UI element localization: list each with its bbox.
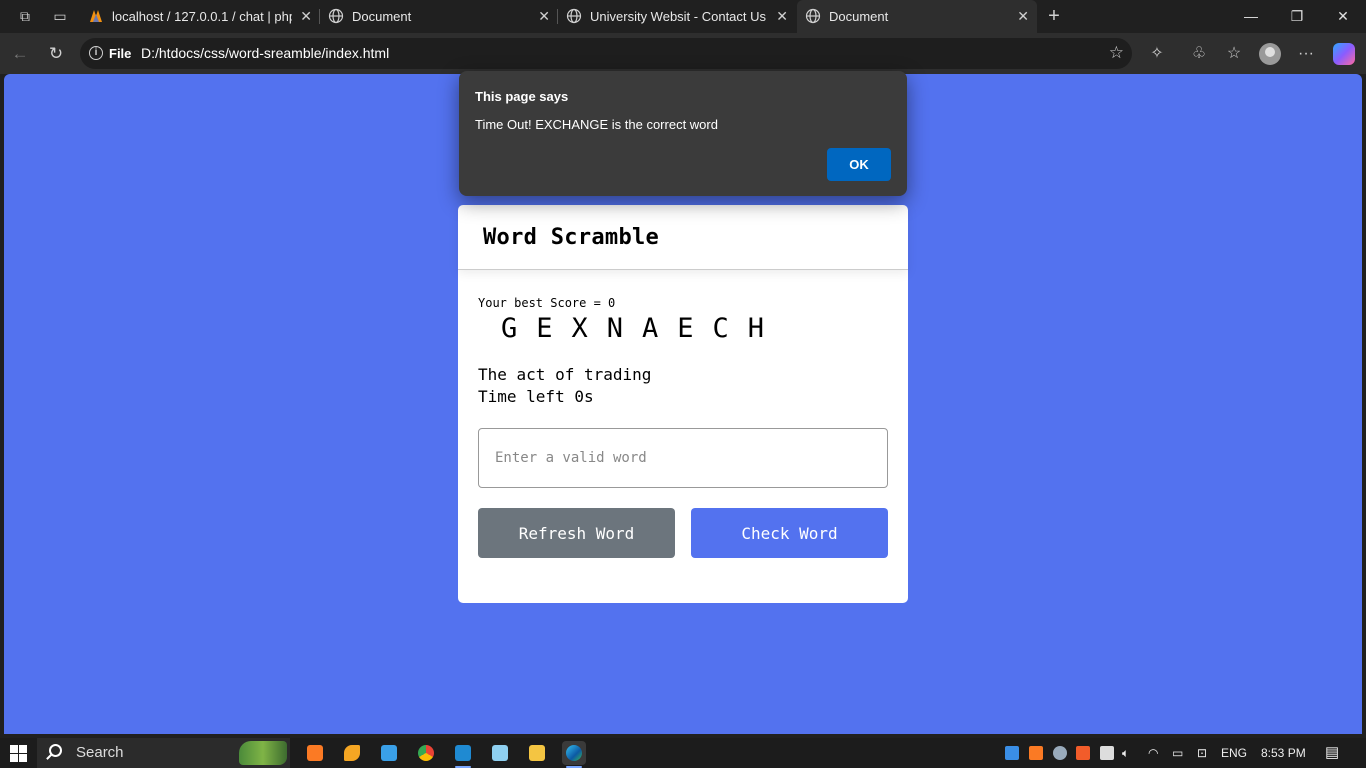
dialog-ok-button[interactable]: OK bbox=[827, 148, 891, 181]
globe-icon bbox=[566, 8, 582, 24]
card-body: Your best Score = 0 GEXNAECH The act of … bbox=[458, 270, 908, 583]
close-window-button[interactable]: ✕ bbox=[1320, 0, 1366, 33]
wifi-icon[interactable]: ◠ bbox=[1148, 738, 1158, 768]
info-icon[interactable]: i bbox=[89, 46, 103, 60]
filezilla-app-icon[interactable] bbox=[340, 741, 364, 765]
scrambled-word: GEXNAECH bbox=[501, 313, 784, 344]
vscode-app-icon[interactable] bbox=[451, 741, 475, 765]
windows-start-icon[interactable] bbox=[10, 745, 27, 762]
tray-speaker-alert-icon[interactable] bbox=[1076, 746, 1090, 760]
card-header: Word Scramble bbox=[458, 205, 908, 270]
tab-document-1[interactable]: Document ✕ bbox=[320, 0, 558, 33]
file-explorer-app-icon[interactable] bbox=[525, 741, 549, 765]
tab-document-active[interactable]: Document ✕ bbox=[797, 0, 1037, 33]
word-input[interactable] bbox=[478, 428, 888, 488]
browser-essentials-icon[interactable]: ♧ bbox=[1187, 42, 1211, 66]
search-icon bbox=[49, 744, 62, 757]
tab-title: Document bbox=[352, 9, 412, 24]
close-tab-icon[interactable]: ✕ bbox=[776, 0, 788, 33]
alert-dialog: This page says Time Out! EXCHANGE is the… bbox=[459, 71, 907, 196]
close-tab-icon[interactable]: ✕ bbox=[538, 0, 550, 33]
refresh-word-button[interactable]: Refresh Word bbox=[478, 508, 675, 558]
close-tab-icon[interactable]: ✕ bbox=[300, 0, 312, 33]
clock-time[interactable]: 8:53 PM bbox=[1261, 738, 1306, 768]
button-row: Refresh Word Check Word bbox=[478, 508, 888, 558]
profile-avatar[interactable] bbox=[1259, 43, 1281, 65]
dialog-message: Time Out! EXCHANGE is the correct word bbox=[475, 117, 718, 132]
more-menu-icon[interactable]: ··· bbox=[1294, 42, 1318, 66]
close-tab-icon[interactable]: ✕ bbox=[1017, 0, 1029, 33]
minimize-button[interactable]: — bbox=[1228, 0, 1274, 33]
phpmyadmin-icon bbox=[90, 10, 102, 22]
tray-onedrive-icon[interactable] bbox=[1053, 746, 1067, 760]
tab-phpmyadmin[interactable]: localhost / 127.0.0.1 / chat | phpM ✕ bbox=[80, 0, 320, 33]
extensions-puzzle-icon[interactable]: ✧ bbox=[1145, 42, 1169, 66]
tray-network-app-icon[interactable] bbox=[1005, 746, 1019, 760]
notepad-app-icon[interactable] bbox=[488, 741, 512, 765]
reload-icon[interactable]: ↻ bbox=[44, 42, 68, 66]
timer-text: Time left 0s bbox=[478, 387, 594, 406]
dialog-title: This page says bbox=[475, 89, 569, 104]
word-scramble-card: Word Scramble Your best Score = 0 GEXNAE… bbox=[458, 205, 908, 603]
url-text[interactable]: D:/htdocs/css/word-sreamble/index.html bbox=[141, 38, 389, 69]
notification-center-icon[interactable]: ▤ bbox=[1325, 738, 1339, 768]
copilot-icon[interactable] bbox=[1333, 43, 1355, 65]
workspaces-icon[interactable]: ⧉ bbox=[15, 6, 35, 26]
windows-taskbar: Search 🔈︎ ◠ ▭ ⊡ ENG 8:53 PM ▤ bbox=[0, 738, 1366, 768]
tab-title: localhost / 127.0.0.1 / chat | phpM bbox=[112, 9, 292, 24]
tab-title: Document bbox=[829, 9, 889, 24]
browser-tab-strip: ⧉ ▭ localhost / 127.0.0.1 / chat | phpM … bbox=[0, 0, 1366, 33]
back-arrow-icon[interactable]: ← bbox=[8, 42, 32, 66]
volume-icon[interactable]: 🔈︎ bbox=[1122, 738, 1129, 768]
xampp-app-icon[interactable] bbox=[303, 741, 327, 765]
search-label: Search bbox=[76, 744, 124, 761]
tab-title: University Websit - Contact Us bbox=[590, 9, 767, 24]
language-indicator[interactable]: ENG bbox=[1221, 738, 1247, 768]
monitor-app-icon[interactable] bbox=[377, 741, 401, 765]
favorite-star-icon[interactable]: ☆ bbox=[1109, 43, 1124, 63]
globe-icon bbox=[805, 8, 821, 24]
new-tab-plus-icon[interactable]: + bbox=[1044, 6, 1064, 26]
edge-app-icon[interactable] bbox=[562, 741, 586, 765]
search-highlight-image bbox=[239, 741, 287, 765]
tab-university-contact[interactable]: University Websit - Contact Us ✕ bbox=[558, 0, 796, 33]
battery-icon[interactable]: ▭ bbox=[1172, 738, 1183, 768]
best-score: Your best Score = 0 bbox=[478, 296, 616, 310]
favorites-icon[interactable]: ☆ bbox=[1222, 42, 1246, 66]
game-title: Word Scramble bbox=[483, 225, 660, 250]
taskbar-search-box[interactable]: Search bbox=[37, 738, 290, 768]
scheme-label: File bbox=[109, 46, 132, 61]
chrome-app-icon[interactable] bbox=[414, 741, 438, 765]
display-icon[interactable]: ⊡ bbox=[1197, 738, 1207, 768]
globe-icon bbox=[328, 8, 344, 24]
tray-security-shield-icon[interactable] bbox=[1100, 746, 1114, 760]
restore-button[interactable]: ❐ bbox=[1274, 0, 1320, 33]
check-word-button[interactable]: Check Word bbox=[691, 508, 888, 558]
vertical-tabs-icon[interactable]: ▭ bbox=[50, 6, 70, 26]
browser-toolbar: ← ↻ i File D:/htdocs/css/word-sreamble/i… bbox=[0, 33, 1366, 74]
address-bar[interactable]: i File D:/htdocs/css/word-sreamble/index… bbox=[80, 38, 1132, 69]
hint-text: The act of trading bbox=[478, 365, 652, 384]
tray-xampp-icon[interactable] bbox=[1029, 746, 1043, 760]
